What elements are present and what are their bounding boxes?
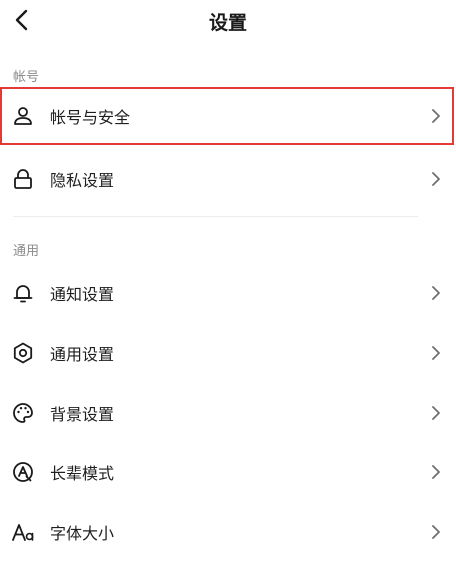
bell-icon [11,281,35,305]
settings-row-font-size[interactable]: 字体大小 [0,503,456,561]
settings-row-background[interactable]: 背景设置 [0,384,456,442]
settings-row-privacy[interactable]: 隐私设置 [0,150,456,208]
settings-row-elder-mode[interactable]: 长辈模式 [0,443,456,501]
section-divider [13,216,418,217]
settings-row-notifications[interactable]: 通知设置 [0,264,456,322]
section-label-account: 帐号 [13,70,40,85]
gear-icon [11,341,35,365]
settings-row-label: 字体大小 [50,524,115,543]
lock-icon [11,167,35,191]
palette-icon [11,401,35,425]
settings-row-label: 长辈模式 [50,464,115,483]
chevron-right-icon [430,525,442,539]
chevron-right-icon [430,172,442,186]
section-label-general: 通用 [13,244,40,259]
chevron-right-icon [430,286,442,300]
settings-row-label: 通用设置 [50,345,115,364]
elder-mode-icon [11,460,35,484]
highlight-box [0,87,454,145]
font-size-icon [11,520,35,544]
settings-row-label: 通知设置 [50,285,115,304]
settings-row-general[interactable]: 通用设置 [0,324,456,382]
header-bar: 设置 [0,0,456,44]
settings-row-label: 隐私设置 [50,171,115,190]
settings-row-label: 背景设置 [50,405,115,424]
page-title: 设置 [208,12,247,34]
chevron-right-icon [430,346,442,360]
chevron-right-icon [430,406,442,420]
chevron-right-icon [430,465,442,479]
